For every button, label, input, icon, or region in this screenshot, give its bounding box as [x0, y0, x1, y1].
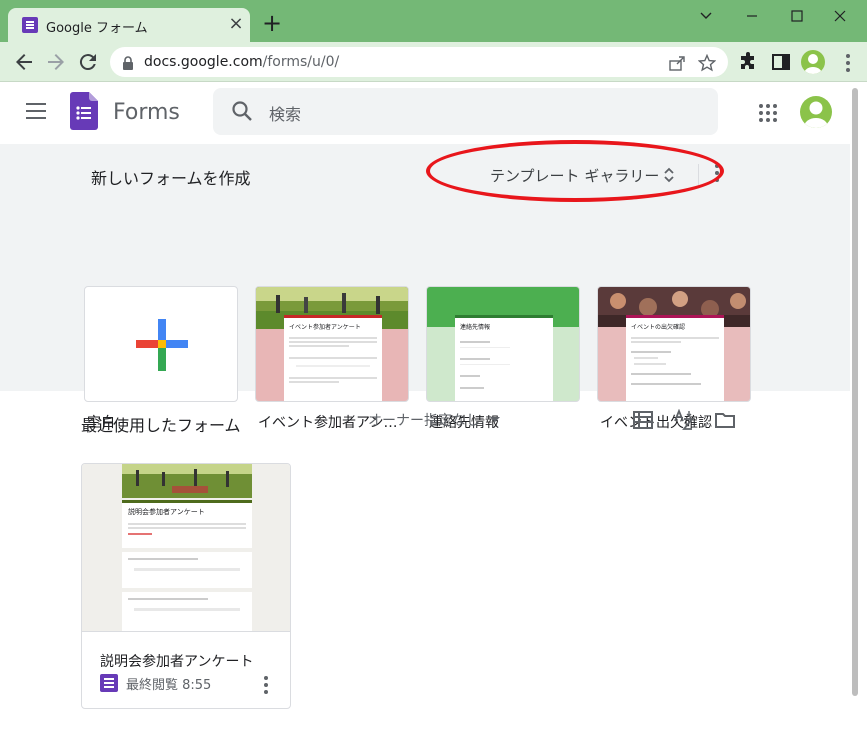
dropdown-arrow-icon[interactable]: [490, 417, 500, 422]
owner-filter-dropdown[interactable]: オーナー指定なし: [368, 410, 480, 430]
page-scrollbar[interactable]: [852, 88, 858, 696]
question-block: [122, 552, 252, 588]
minimize-icon[interactable]: [738, 6, 766, 26]
rsvp-thumbnail[interactable]: イベントの出欠確認: [597, 286, 751, 402]
chevron-down-icon[interactable]: [692, 6, 720, 26]
recent-form-card[interactable]: 説明会参加者アンケート 説明会参加者アンケート 最終閲覧 8:55: [81, 463, 291, 709]
form-paper-title: イベントの出欠確認: [631, 324, 686, 331]
form-paper: 説明会参加者アンケート: [122, 500, 252, 548]
template-contact-info[interactable]: 連絡先情報 連絡先情報: [426, 286, 580, 431]
forward-icon[interactable]: [44, 50, 68, 74]
forms-home-page: Forms 検索 新しいフォームを作成 テンプレート ギャラリー 空白 イベント…: [0, 82, 867, 743]
template-event-feedback[interactable]: イベント参加者アンケート イベント参加者アン…: [255, 286, 409, 431]
forms-logo-icon[interactable]: [70, 92, 98, 130]
template-rsvp[interactable]: イベントの出欠確認 イベント出欠確認: [597, 286, 751, 431]
tab-title: Google フォーム: [46, 21, 148, 36]
template-gallery-button[interactable]: テンプレート ギャラリー: [480, 159, 690, 191]
share-icon[interactable]: [668, 54, 686, 72]
form-paper-title: イベント参加者アンケート: [289, 324, 361, 331]
account-avatar[interactable]: [800, 96, 832, 128]
app-name[interactable]: Forms: [113, 100, 180, 125]
question-block: [122, 592, 252, 631]
start-section-title: 新しいフォームを作成: [91, 169, 251, 188]
close-icon[interactable]: [826, 6, 854, 26]
template-name: イベント出欠確認: [600, 415, 712, 431]
recent-forms-title: 最近使用したフォーム: [81, 416, 241, 435]
lock-icon: [122, 55, 134, 74]
tab-close-icon[interactable]: ×: [226, 14, 246, 34]
url-text: docs.google.com/forms/u/0/: [144, 54, 339, 70]
list-view-icon[interactable]: [632, 409, 654, 431]
reload-icon[interactable]: [76, 50, 100, 74]
app-header: Forms 検索: [0, 82, 850, 144]
form-title[interactable]: 説明会参加者アンケート: [100, 651, 253, 671]
forms-favicon-icon: [22, 17, 38, 33]
search-icon[interactable]: [231, 100, 253, 126]
more-options-icon[interactable]: [710, 164, 724, 186]
address-bar[interactable]: docs.google.com/forms/u/0/: [110, 47, 728, 77]
form-preview-thumbnail[interactable]: 説明会参加者アンケート: [82, 464, 290, 632]
search-input[interactable]: 検索: [269, 101, 301, 125]
form-paper-title: 連絡先情報: [460, 324, 491, 331]
contact-info-thumbnail[interactable]: 連絡先情報: [426, 286, 580, 402]
maximize-icon[interactable]: [783, 6, 811, 26]
profile-avatar-small[interactable]: [801, 50, 825, 74]
template-blank[interactable]: 空白: [84, 286, 238, 431]
url-path: /forms/u/0/: [262, 54, 340, 70]
plus-icon: [136, 319, 188, 371]
url-host: docs.google.com: [144, 54, 263, 70]
browser-toolbar: docs.google.com/forms/u/0/: [0, 42, 867, 82]
last-opened-time: 最終閲覧 8:55: [126, 678, 212, 693]
back-icon[interactable]: [12, 50, 36, 74]
unfold-icon: [663, 166, 675, 188]
header-divider: [698, 164, 699, 186]
grass-photo-image: [122, 464, 252, 498]
bookmark-star-icon[interactable]: [697, 53, 717, 72]
browser-title-bar: Google フォーム × +: [0, 0, 867, 42]
folder-icon[interactable]: [714, 409, 736, 431]
extensions-icon[interactable]: [738, 52, 758, 72]
sort-az-icon[interactable]: [673, 408, 695, 431]
browser-tab[interactable]: Google フォーム ×: [8, 8, 250, 42]
browser-menu-icon[interactable]: [840, 52, 856, 72]
event-feedback-thumbnail[interactable]: イベント参加者アンケート: [255, 286, 409, 402]
search-box[interactable]: 検索: [213, 88, 718, 135]
form-paper-title: 説明会参加者アンケート: [128, 508, 205, 516]
main-menu-icon[interactable]: [26, 103, 46, 121]
form-paper: 連絡先情報: [455, 315, 553, 401]
blank-thumbnail[interactable]: [84, 286, 238, 402]
form-paper: イベント参加者アンケート: [284, 315, 382, 401]
card-more-options-icon[interactable]: [260, 672, 272, 694]
form-paper: イベントの出欠確認: [626, 315, 724, 401]
new-tab-button[interactable]: +: [260, 11, 284, 36]
google-apps-icon[interactable]: [759, 104, 777, 122]
start-new-form-section: 新しいフォームを作成 テンプレート ギャラリー 空白 イベント参加者アンケート …: [0, 140, 850, 431]
side-panel-icon[interactable]: [771, 52, 791, 72]
template-gallery-label: テンプレート ギャラリー: [490, 167, 660, 185]
forms-file-icon: [100, 674, 118, 692]
